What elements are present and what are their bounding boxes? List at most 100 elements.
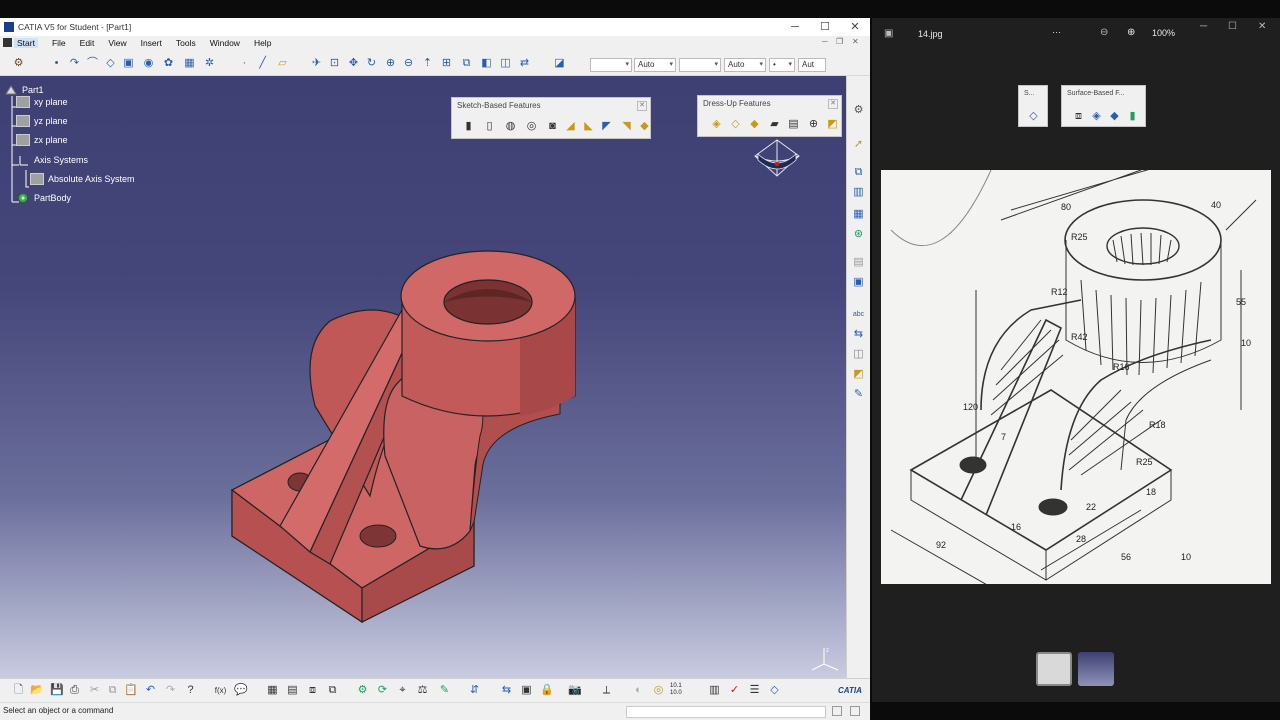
update-icon[interactable]: ⟳ [376,684,389,697]
3d-viewport[interactable]: Part1 xy plane yz plane zx plane Axis Sy… [0,76,846,678]
knowledge-icon[interactable]: ✎ [438,684,451,697]
fit-all-icon[interactable]: ⊡ [328,57,341,70]
annotation-icon[interactable]: abc [852,308,865,321]
tree-item-absolute-axis-system[interactable]: Absolute Axis System [30,171,135,187]
tree-item-axis-systems[interactable]: Axis Systems [16,152,88,168]
menu-help[interactable]: Help [254,38,271,48]
point-tool-icon[interactable]: · [238,57,251,70]
list-icon[interactable]: ☰ [748,684,761,697]
thumbnail-drawing[interactable] [1036,652,1072,686]
pan-icon[interactable]: ✥ [347,57,360,70]
pad-icon[interactable]: ▮ [462,120,475,133]
point-style-select[interactable]: • ▾ [769,58,795,72]
toolbar-close-button[interactable]: ✕ [828,99,838,109]
grid-icon[interactable]: ▦ [183,57,196,70]
scale-icon[interactable]: ▥ [708,684,721,697]
line-color-select[interactable]: ▾ [590,58,632,72]
constraint-icon[interactable]: ⊛ [852,228,865,241]
apply-material-icon[interactable]: ◪ [553,57,566,70]
material-icon[interactable]: ◎ [652,684,665,697]
close-surface-icon[interactable]: ◆ [1108,110,1121,123]
cut-icon[interactable]: ✂ [88,684,101,697]
catalog-icon[interactable]: ▤ [286,684,299,697]
open-file-icon[interactable]: 📂 [30,684,44,697]
menu-insert[interactable]: Insert [141,38,162,48]
menu-start[interactable]: Start [14,38,38,48]
plane-tool-icon[interactable]: ▱ [276,57,289,70]
viewer-minimize-button[interactable]: ─ [1200,21,1207,32]
hide-icon[interactable]: ▣ [520,684,533,697]
line-type-select[interactable]: ▾ [679,58,721,72]
doc-minimize-button[interactable]: ─ [822,37,828,46]
tree-item-zx-plane[interactable]: zx plane [16,132,68,148]
menu-file[interactable]: File [52,38,66,48]
new-file-icon[interactable]: 🗋 [12,684,25,697]
doc-close-button[interactable]: ✕ [852,37,859,46]
menu-edit[interactable]: Edit [80,38,95,48]
measure-between-icon[interactable]: ▣ [852,276,865,289]
multi-view-icon[interactable]: ⊞ [440,57,453,70]
copy-icon[interactable]: ⧉ [106,684,119,697]
layer-select[interactable]: Aut [798,58,826,72]
thumbnail-catia[interactable] [1078,652,1114,686]
tree-item-yz-plane[interactable]: yz plane [16,113,68,129]
thickness-icon[interactable]: ▤ [787,118,800,131]
extrude-icon[interactable]: ▣ [122,57,135,70]
more-options-button[interactable]: ··· [1052,27,1061,37]
check-icon[interactable]: ✓ [728,684,741,697]
curve-icon[interactable]: ⌒ [86,57,99,70]
tree-item-xy-plane[interactable]: xy plane [16,94,68,110]
camera-icon[interactable]: 📷 [568,684,582,697]
groove-icon[interactable]: ◎ [525,120,538,133]
positioned-sketch-icon[interactable]: ▥ [852,186,865,199]
plane-icon[interactable]: ◇ [104,57,117,70]
rib-icon[interactable]: ◢ [564,120,577,133]
line-weight-select[interactable]: Auto ▾ [724,58,766,72]
inertia-icon[interactable]: ⚖ [416,684,429,697]
tree-item-partbody[interactable]: PartBody [16,190,71,206]
zoom-in-icon[interactable]: ⊕ [1127,27,1135,38]
chamfer-icon[interactable]: ◇ [729,118,742,131]
undo-icon[interactable]: ↶ [144,684,157,697]
slot-icon[interactable]: ◣ [582,120,595,133]
stiffener-icon[interactable]: ◤ [600,120,613,133]
point-icon[interactable]: • [50,57,63,70]
draft-icon[interactable]: ◆ [748,118,761,131]
doc-restore-button[interactable]: ❐ [836,37,843,46]
shell-icon[interactable]: ▰ [768,118,781,131]
apply-material-side-icon[interactable]: ◩ [852,368,865,381]
boolean-icon[interactable]: ◫ [852,348,865,361]
hole-icon[interactable]: ◙ [546,120,559,133]
split-icon[interactable]: ⧈ [1072,110,1085,123]
close-button[interactable]: ✕ [840,18,870,36]
status-button-1[interactable] [832,706,842,716]
menu-tools[interactable]: Tools [176,38,196,48]
whats-this-icon[interactable]: ? [184,684,197,697]
measure-icon[interactable]: ▤ [852,256,865,269]
lock-icon[interactable]: 🔒 [540,684,554,697]
minimize-button[interactable]: ─ [780,18,810,36]
redo-icon[interactable]: ↷ [164,684,177,697]
sketch-analysis-icon[interactable]: ⚙ [356,684,369,697]
measure-item-icon[interactable]: ⌖ [396,684,409,697]
remove-face-icon[interactable]: ◩ [826,118,839,131]
3d-part-model[interactable] [220,196,600,626]
sketch-icon[interactable]: ⧉ [852,166,865,179]
save-icon[interactable]: 💾 [50,684,64,697]
part-design-workbench-icon[interactable]: ⚙ [12,57,25,70]
grid-snap-icon[interactable]: ▦ [852,208,865,221]
viewer-close-button[interactable]: ✕ [1258,21,1266,32]
tools-icon[interactable]: ✲ [203,57,216,70]
print-icon[interactable]: ⎙ [68,684,81,697]
zoom-in-icon[interactable]: ⊕ [384,57,397,70]
shaft-icon[interactable]: ◍ [504,120,517,133]
line-thickness-select[interactable]: Auto ▾ [634,58,676,72]
compass-widget[interactable] [750,136,804,180]
select-arrow-icon[interactable]: ➚ [852,138,865,151]
menu-window[interactable]: Window [210,38,240,48]
analysis-icon[interactable]: ✎ [852,388,865,401]
normal-view-icon[interactable]: ⇡ [421,57,434,70]
sphere-icon[interactable]: ◐ [632,684,645,697]
fly-mode-icon[interactable]: ✈ [310,57,323,70]
instantiate-icon[interactable]: ⧉ [326,684,339,697]
